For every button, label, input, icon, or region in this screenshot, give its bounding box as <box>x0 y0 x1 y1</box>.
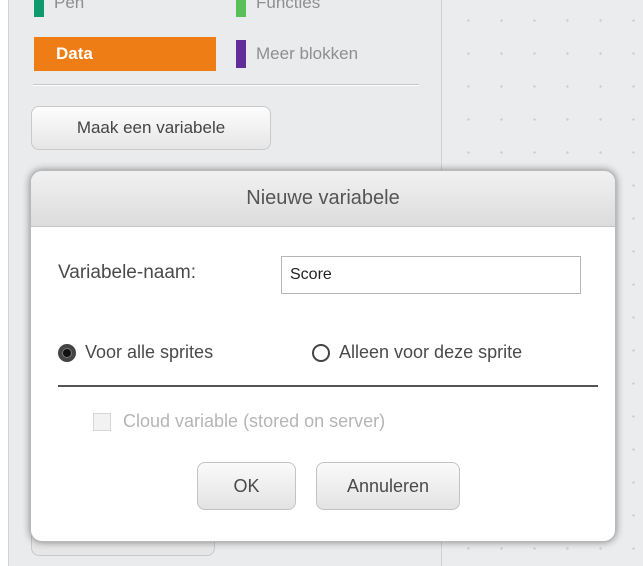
palette-divider <box>33 84 419 86</box>
variable-name-label: Variabele-naam: <box>58 262 197 283</box>
radio-checked-icon[interactable] <box>58 343 76 362</box>
dialog-title: Nieuwe variabele <box>31 171 615 227</box>
category-pen-label: Pen <box>54 0 85 12</box>
category-meer-blokken-label: Meer blokken <box>256 44 359 63</box>
pen-color-swatch <box>34 0 44 17</box>
category-data-label: Data <box>56 44 93 63</box>
category-meer-blokken[interactable]: Meer blokken <box>236 37 416 71</box>
meer-blokken-color-swatch <box>236 40 246 68</box>
cancel-button[interactable]: Annuleren <box>316 462 460 510</box>
scope-all-sprites-label: Voor alle sprites <box>85 342 214 362</box>
category-pen[interactable]: Pen <box>34 0 214 20</box>
new-variable-dialog: Nieuwe variabele Variabele-naam: Voor al… <box>30 170 616 542</box>
left-panel-edge <box>0 0 9 566</box>
scope-all-sprites-option[interactable]: Voor alle sprites <box>58 342 213 363</box>
cloud-variable-label: Cloud variable (stored on server) <box>123 411 386 431</box>
variable-name-input[interactable] <box>281 256 581 294</box>
ok-button[interactable]: OK <box>197 462 296 510</box>
category-data[interactable]: Data <box>34 37 216 71</box>
cloud-checkbox-icon <box>93 412 111 431</box>
category-functies[interactable]: Functies <box>236 0 416 20</box>
category-functies-label: Functies <box>256 0 321 12</box>
cloud-variable-option: Cloud variable (stored on server) <box>93 411 385 432</box>
radio-unchecked-icon[interactable] <box>312 343 330 362</box>
functies-color-swatch <box>236 0 246 17</box>
scope-this-sprite-label: Alleen voor deze sprite <box>339 342 523 362</box>
dialog-divider <box>58 385 598 387</box>
scope-this-sprite-option[interactable]: Alleen voor deze sprite <box>312 342 522 363</box>
make-variable-button[interactable]: Maak een variabele <box>31 106 271 150</box>
